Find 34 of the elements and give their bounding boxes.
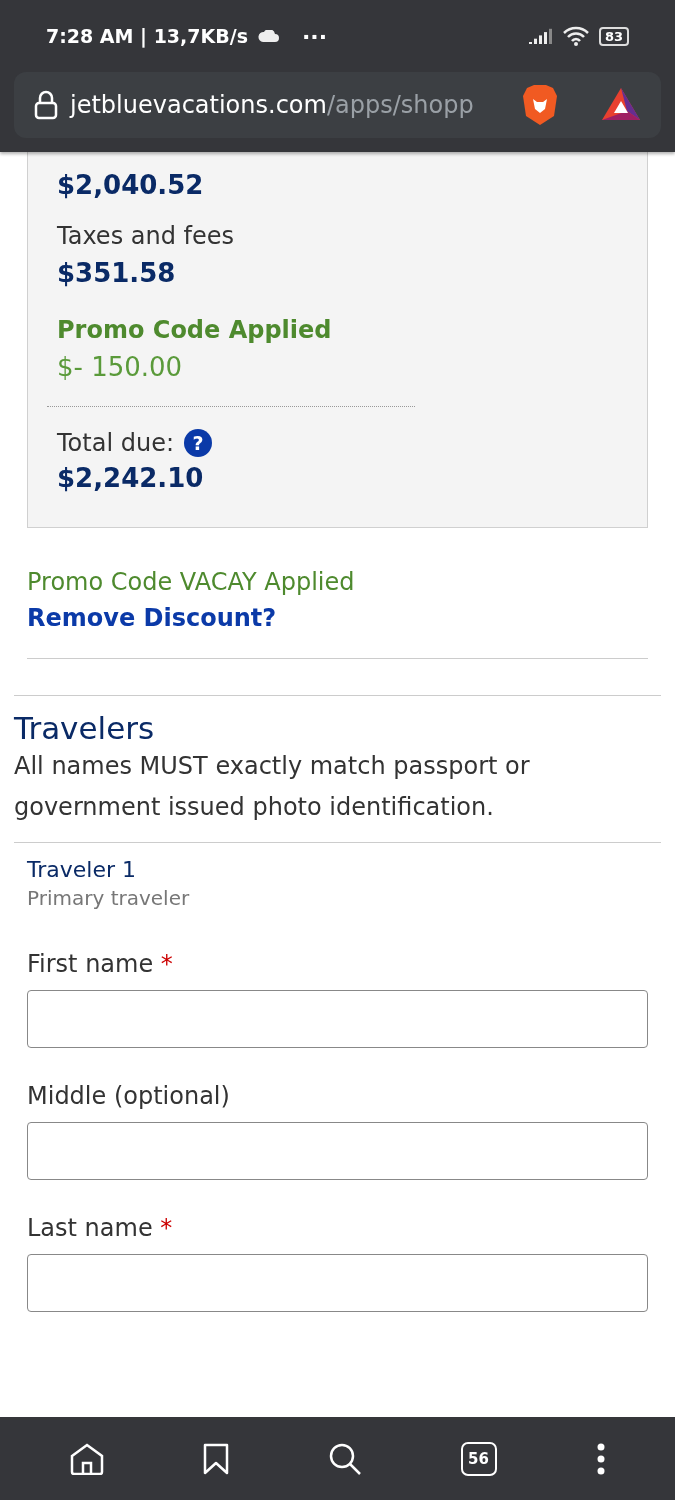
price-value: $2,040.52 [57,170,205,200]
tab-count-button[interactable]: 56 [460,1441,497,1476]
bookmark-icon[interactable] [202,1442,229,1475]
input-field[interactable] [27,1122,648,1180]
travelers-note: All names MUST exactly match passport or government issued photo identification. [14,746,661,843]
lion-shield-icon[interactable] [521,84,559,126]
traveler-subtitle: Primary traveler [27,886,191,910]
status-time: 7:28 AM | 13,7KB/s [46,25,248,47]
price-value: $- 150.00 [57,352,184,382]
battery-level: 83 [598,26,629,46]
wifi-icon [562,26,589,46]
search-icon[interactable] [327,1441,362,1476]
menu-icon[interactable] [595,1442,606,1475]
section-title: Travelers [14,710,156,746]
total-value: $2,242.10 [57,463,205,493]
price-label: Taxes and fees [57,222,236,250]
home-icon[interactable] [69,1442,104,1475]
price-value: $351.58 [57,258,177,288]
field-label: First name * [27,950,174,978]
field-label: Middle (optional) [27,1082,231,1110]
signal-icon [528,28,553,44]
help-icon[interactable]: ? [184,429,212,457]
input-field[interactable] [27,990,648,1048]
promo-message: Promo Code VACAY Applied [27,568,356,596]
triangle-icon[interactable] [601,87,641,123]
lock-icon [34,90,58,120]
input-field[interactable] [27,1254,648,1312]
cloud-icon [258,30,280,42]
remove-discount-link[interactable]: Remove Discount? [27,604,277,632]
more-notifications: ··· [302,23,328,49]
field-label: Last name * [27,1214,174,1242]
price-label: Promo Code Applied [57,316,333,344]
traveler-title: Traveler 1 [27,857,137,882]
total-label: Total due: [57,429,174,457]
